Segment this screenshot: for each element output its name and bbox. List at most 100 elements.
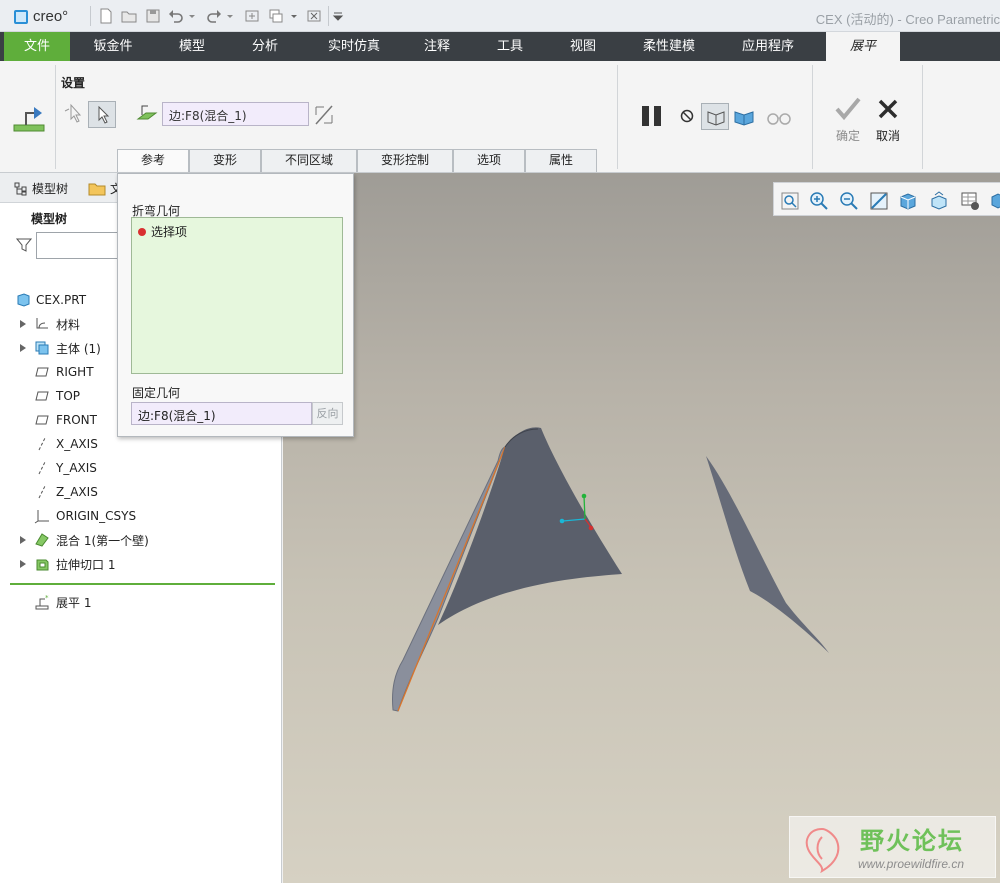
- part-icon: [17, 293, 30, 307]
- glasses-icon[interactable]: [765, 110, 793, 126]
- subtab-properties[interactable]: 属性: [525, 149, 597, 172]
- tree-item-label: X_AXIS: [56, 437, 98, 451]
- extrude-cut-icon: [36, 559, 49, 571]
- expand-arrow-icon[interactable]: [20, 560, 26, 568]
- tab-sheetmetal[interactable]: 钣金件: [79, 32, 147, 61]
- tab-view[interactable]: 视图: [550, 32, 616, 61]
- graphics-viewport[interactable]: [283, 173, 1000, 883]
- creo-cube-icon: [14, 9, 28, 24]
- solid-preview-icon[interactable]: [733, 107, 755, 127]
- cancel-x-icon: [878, 99, 898, 119]
- fixed-geometry-label: 固定几何: [132, 386, 181, 400]
- preview-mesh-button[interactable]: [701, 103, 729, 130]
- tree-item-z-axis[interactable]: Z_AXIS: [0, 481, 280, 503]
- fixed-geometry-field[interactable]: 边:F8(混合_1): [162, 102, 309, 126]
- no-preview-icon[interactable]: [680, 109, 694, 123]
- ribbon-separator: [922, 65, 923, 169]
- auto-select-icon[interactable]: [63, 103, 83, 125]
- new-file-icon[interactable]: [98, 8, 114, 24]
- ribbon-separator: [617, 65, 618, 169]
- expand-arrow-icon[interactable]: [20, 320, 26, 328]
- datum-plane-icon: [35, 415, 49, 425]
- tab-model[interactable]: 模型: [159, 32, 225, 61]
- subtab-references[interactable]: 参考: [117, 149, 189, 172]
- creo-logo: creo°: [14, 8, 68, 25]
- tree-item-label: 拉伸切口 1: [56, 557, 116, 572]
- forum-logo-icon: [805, 827, 840, 873]
- pointer-icon: [98, 106, 110, 124]
- redo-dropdown-icon[interactable]: [226, 8, 234, 24]
- flip-direction-icon[interactable]: [313, 103, 335, 127]
- tree-item-y-axis[interactable]: Y_AXIS: [0, 457, 280, 479]
- pause-icon[interactable]: [640, 105, 664, 127]
- tab-applications[interactable]: 应用程序: [726, 32, 810, 61]
- fixed-geometry-collector[interactable]: 边:F8(混合_1): [131, 402, 312, 425]
- datum-plane-icon: [35, 367, 49, 377]
- subtab-different-regions[interactable]: 不同区域: [261, 149, 357, 172]
- tree-item-label: Z_AXIS: [56, 485, 98, 499]
- tab-tools[interactable]: 工具: [477, 32, 543, 61]
- references-panel: 折弯几何 选择项 固定几何 边:F8(混合_1) 反向: [117, 173, 354, 437]
- tab-live-simulation[interactable]: 实时仿真: [312, 32, 396, 61]
- open-file-icon[interactable]: [121, 8, 137, 24]
- title-bar: creo° CEX (活动的) - Creo Parametric: [0, 0, 1000, 32]
- collector-select-item[interactable]: 选择项: [138, 223, 187, 240]
- sheetmetal-model-icon[interactable]: [283, 173, 1000, 883]
- tree-item-label: TOP: [56, 389, 81, 403]
- subtab-options[interactable]: 选项: [453, 149, 525, 172]
- cancel-button[interactable]: 取消: [872, 95, 904, 145]
- tree-item-label: Y_AXIS: [56, 461, 97, 475]
- tree-item-blend[interactable]: 混合 1(第一个壁): [0, 529, 280, 551]
- tree-item-label: ORIGIN_CSYS: [56, 509, 137, 523]
- ok-button[interactable]: 确定: [832, 95, 864, 145]
- toolbar-separator: [328, 6, 329, 26]
- csys-icon: [34, 510, 49, 524]
- ribbon-tab-bar: 文件 钣金件 模型 分析 实时仿真 注释 工具 视图 柔性建模 应用程序 展平: [0, 32, 1000, 61]
- tree-item-label: 材料: [56, 317, 81, 332]
- settings-group-title: 设置: [61, 76, 86, 90]
- tab-annotate[interactable]: 注释: [404, 32, 470, 61]
- tab-flatten[interactable]: 展平: [826, 32, 900, 61]
- tree-item-origin-csys[interactable]: ORIGIN_CSYS: [0, 505, 280, 527]
- undo-dropdown-icon[interactable]: [188, 8, 196, 24]
- watermark-title: 野火论坛: [860, 827, 964, 855]
- tree-item-label: CEX.PRT: [36, 293, 87, 307]
- save-icon[interactable]: [145, 8, 161, 24]
- manual-select-button[interactable]: [88, 101, 116, 128]
- tree-item-flatten[interactable]: * 展平 1: [0, 591, 280, 613]
- material-icon: [36, 318, 48, 329]
- redo-icon[interactable]: [206, 8, 222, 24]
- windows-dropdown-icon[interactable]: [290, 8, 298, 24]
- regenerate-icon[interactable]: [244, 8, 260, 24]
- body-icon: [35, 341, 49, 355]
- cancel-label: 取消: [875, 129, 900, 143]
- tab-model-tree[interactable]: 模型树: [14, 180, 68, 197]
- window-title: CEX (活动的) - Creo Parametric: [815, 12, 1000, 27]
- undo-icon[interactable]: [168, 8, 184, 24]
- tree-item-label: 混合 1(第一个壁): [56, 533, 149, 548]
- bend-geometry-collector[interactable]: 选择项: [131, 217, 343, 374]
- close-window-icon[interactable]: [306, 8, 322, 24]
- windows-icon[interactable]: [268, 8, 284, 24]
- ribbon-separator: [812, 65, 813, 169]
- expand-arrow-icon[interactable]: [20, 536, 26, 544]
- tab-file[interactable]: 文件: [4, 32, 70, 61]
- flatten-icon: *: [35, 594, 49, 610]
- model-tree-filter-input[interactable]: [36, 232, 126, 259]
- expand-arrow-icon[interactable]: [20, 344, 26, 352]
- required-dot-icon: [138, 227, 146, 236]
- customize-toolbar-icon[interactable]: [332, 8, 344, 24]
- model-tree-heading: 模型树: [31, 212, 68, 226]
- checkmark-icon: [835, 97, 861, 121]
- tree-item-label: 主体 (1): [56, 341, 101, 356]
- reverse-button[interactable]: 反向: [312, 402, 343, 425]
- toolbar-separator: [90, 6, 91, 26]
- tab-flexible-modeling[interactable]: 柔性建模: [630, 32, 708, 61]
- tab-analysis[interactable]: 分析: [232, 32, 298, 61]
- filter-icon[interactable]: [16, 237, 32, 253]
- tree-item-extrude-cut[interactable]: 拉伸切口 1: [0, 553, 280, 575]
- subtab-deformation-control[interactable]: 变形控制: [357, 149, 453, 172]
- tree-item-label: RIGHT: [56, 365, 94, 379]
- subtab-deformation[interactable]: 变形: [189, 149, 261, 172]
- insert-indicator-line[interactable]: [10, 583, 275, 585]
